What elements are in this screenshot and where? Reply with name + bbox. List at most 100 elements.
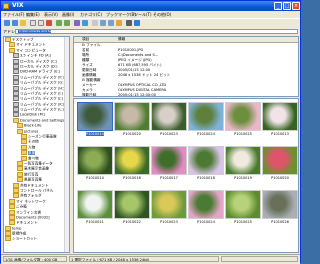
thumbnail-grid: P1010014 P1010020 P1010023 P1010024 P1010025… xyxy=(73,98,299,253)
view-icon[interactable] xyxy=(82,20,88,26)
thumbnail-item[interactable]: P1010017 xyxy=(150,145,188,183)
menu-tools[interactable]: ツール(T) xyxy=(134,11,152,18)
menu-bar: ファイル(F) 編集(E) 表示(V) 画像(I) カテゴリ(C) ブックマーク… xyxy=(1,11,300,18)
folder-icon xyxy=(17,177,23,183)
rotate-left-icon[interactable] xyxy=(56,20,62,26)
tree-item-label: デスクトップ xyxy=(12,37,34,42)
menu-category[interactable]: カテゴリ(C) xyxy=(80,11,102,18)
close-button[interactable]: × xyxy=(292,2,300,10)
thumbnail-item[interactable]: P1010013 xyxy=(261,101,298,139)
sort-icon[interactable] xyxy=(116,20,122,26)
thumbnail-item[interactable]: P1010014 xyxy=(76,145,114,183)
thumbnail-item[interactable]: P1010023 xyxy=(150,189,188,227)
thumbnail-item[interactable]: P1010024 xyxy=(187,189,225,227)
thumbnail-caption: P1010020 xyxy=(261,176,298,180)
folder-icon xyxy=(5,236,11,242)
thumbnail-item[interactable]: P1010022 xyxy=(113,189,151,227)
drive-icon xyxy=(13,74,19,80)
drive-icon xyxy=(13,85,19,91)
thumbnail-caption: P1010026 xyxy=(261,220,298,224)
drive-icon xyxy=(13,58,19,64)
thumbnail-item[interactable]: P1010020 xyxy=(261,145,298,183)
thumbnail-item[interactable]: P1010025 xyxy=(224,101,262,139)
tree-item-label: ローカル ディスク (C:) xyxy=(20,59,58,64)
drive-icon xyxy=(13,96,19,102)
info-col-item[interactable]: 項目 xyxy=(82,37,89,42)
menu-bookmark[interactable]: ブックマーク(B) xyxy=(106,11,136,18)
thumbnail-item[interactable]: P1010026 xyxy=(261,189,298,227)
folder-icon xyxy=(21,144,27,150)
thumbnail-item[interactable]: P1010018 xyxy=(187,145,225,183)
tree-item-label: その他 xyxy=(28,139,39,144)
thumbnail-caption: P1010016 xyxy=(113,176,151,180)
help-icon[interactable] xyxy=(134,20,140,26)
folder-icon xyxy=(21,150,27,156)
tree-item-label: リムーバブル ディスク (L:) xyxy=(20,107,64,112)
thumbnail-item[interactable]: P1010020 xyxy=(113,101,151,139)
thumbnail-image xyxy=(225,146,261,175)
print-icon[interactable] xyxy=(126,20,132,26)
delete-icon[interactable] xyxy=(46,20,52,26)
menu-image[interactable]: 画像(I) xyxy=(62,11,74,18)
folder-icon xyxy=(9,47,15,53)
thumbnail-filename: P1010019 xyxy=(234,176,252,180)
info-col-value[interactable]: 情報 xyxy=(118,37,125,42)
back-icon[interactable] xyxy=(4,20,10,26)
thumbnail-caption: P1010025 xyxy=(224,132,262,136)
thumbnail-item[interactable]: P1010025 xyxy=(224,189,262,227)
thumbnail-image xyxy=(188,190,224,219)
thumbnail-size-icon[interactable] xyxy=(100,20,106,26)
folder-tree[interactable]: デスクトップ マイ ドキュメント マイ コンピュータ 3.5 インチ FD (A:) ロ… xyxy=(3,36,70,253)
menu-other[interactable]: その他(O) xyxy=(153,11,171,18)
folder-icon xyxy=(17,171,23,177)
thumbnail-filename: P1010026 xyxy=(271,220,289,224)
details-view-icon[interactable] xyxy=(108,20,114,26)
thumbnail-image xyxy=(151,102,187,131)
maximize-button[interactable]: □ xyxy=(283,2,291,10)
slideshow-icon[interactable] xyxy=(74,20,80,26)
up-folder-icon[interactable] xyxy=(20,20,26,26)
thumbnail-item[interactable]: P1010019 xyxy=(224,145,262,183)
thumbnail-caption: P1010025 xyxy=(224,220,262,224)
thumbnail-caption: P1010018 xyxy=(187,176,225,180)
info-row: 撮影日時 2005:01:15 12:00:00 xyxy=(74,93,298,97)
thumbnail-caption: P1010023 xyxy=(150,220,188,224)
window-title: VIX xyxy=(12,2,24,9)
thumbnail-item[interactable]: P1010021 xyxy=(76,189,114,227)
tree-item-label: pictures xyxy=(24,129,39,134)
forward-icon[interactable] xyxy=(12,20,18,26)
tree-item-label: 風景 xyxy=(28,150,36,155)
main-window: VIX _ □ × ファイル(F) 編集(E) 表示(V) 画像(I) カテゴリ… xyxy=(0,0,301,264)
tree-item-label: ごみ箱 xyxy=(16,204,27,209)
tree-item-label: ドキュメント xyxy=(16,220,38,225)
settings-icon[interactable] xyxy=(92,20,98,26)
status-selection: 1 選択ファイル / 671 KB / 2048 x 1536 24bit xyxy=(69,256,219,262)
tree-item-label: リムーバブル ディスク (J:) xyxy=(20,96,64,101)
thumbnail-item[interactable]: P1010023 xyxy=(150,101,188,139)
tree-item-label: DVD-RAM ドライブ (E:) xyxy=(20,69,61,74)
tree-scrollbar[interactable] xyxy=(64,37,69,252)
folder-icon xyxy=(13,187,19,193)
folder-icon xyxy=(9,209,15,215)
tree-item[interactable]: ショートカット xyxy=(4,236,69,242)
menu-edit[interactable]: 編集(E) xyxy=(26,11,40,18)
thumbnail-item[interactable]: P1010016 xyxy=(113,145,151,183)
minimize-button[interactable]: _ xyxy=(274,2,282,10)
info-value: 2005:01:15 12:00:00 xyxy=(118,93,156,97)
thumbnail-image xyxy=(77,190,113,219)
thumbnail-item[interactable]: P1010014 xyxy=(76,101,114,139)
tree-item-label: 風景写真集 xyxy=(24,177,42,182)
paste-icon[interactable] xyxy=(38,20,44,26)
title-bar[interactable]: VIX _ □ × xyxy=(1,1,300,11)
folder-icon xyxy=(9,198,15,204)
menu-file[interactable]: ファイル(F) xyxy=(3,11,24,18)
thumbnail-caption: P1010019 xyxy=(224,176,262,180)
address-input[interactable]: C:\Documents and Settings\ xyxy=(15,29,298,34)
folder-icon xyxy=(17,128,23,134)
menu-view[interactable]: 表示(V) xyxy=(44,11,58,18)
folder-icon xyxy=(9,42,15,48)
thumbnail-item[interactable]: P1010024 xyxy=(187,101,225,139)
thumbnail-image xyxy=(225,190,261,219)
rotate-right-icon[interactable] xyxy=(64,20,70,26)
copy-icon[interactable] xyxy=(30,20,36,26)
